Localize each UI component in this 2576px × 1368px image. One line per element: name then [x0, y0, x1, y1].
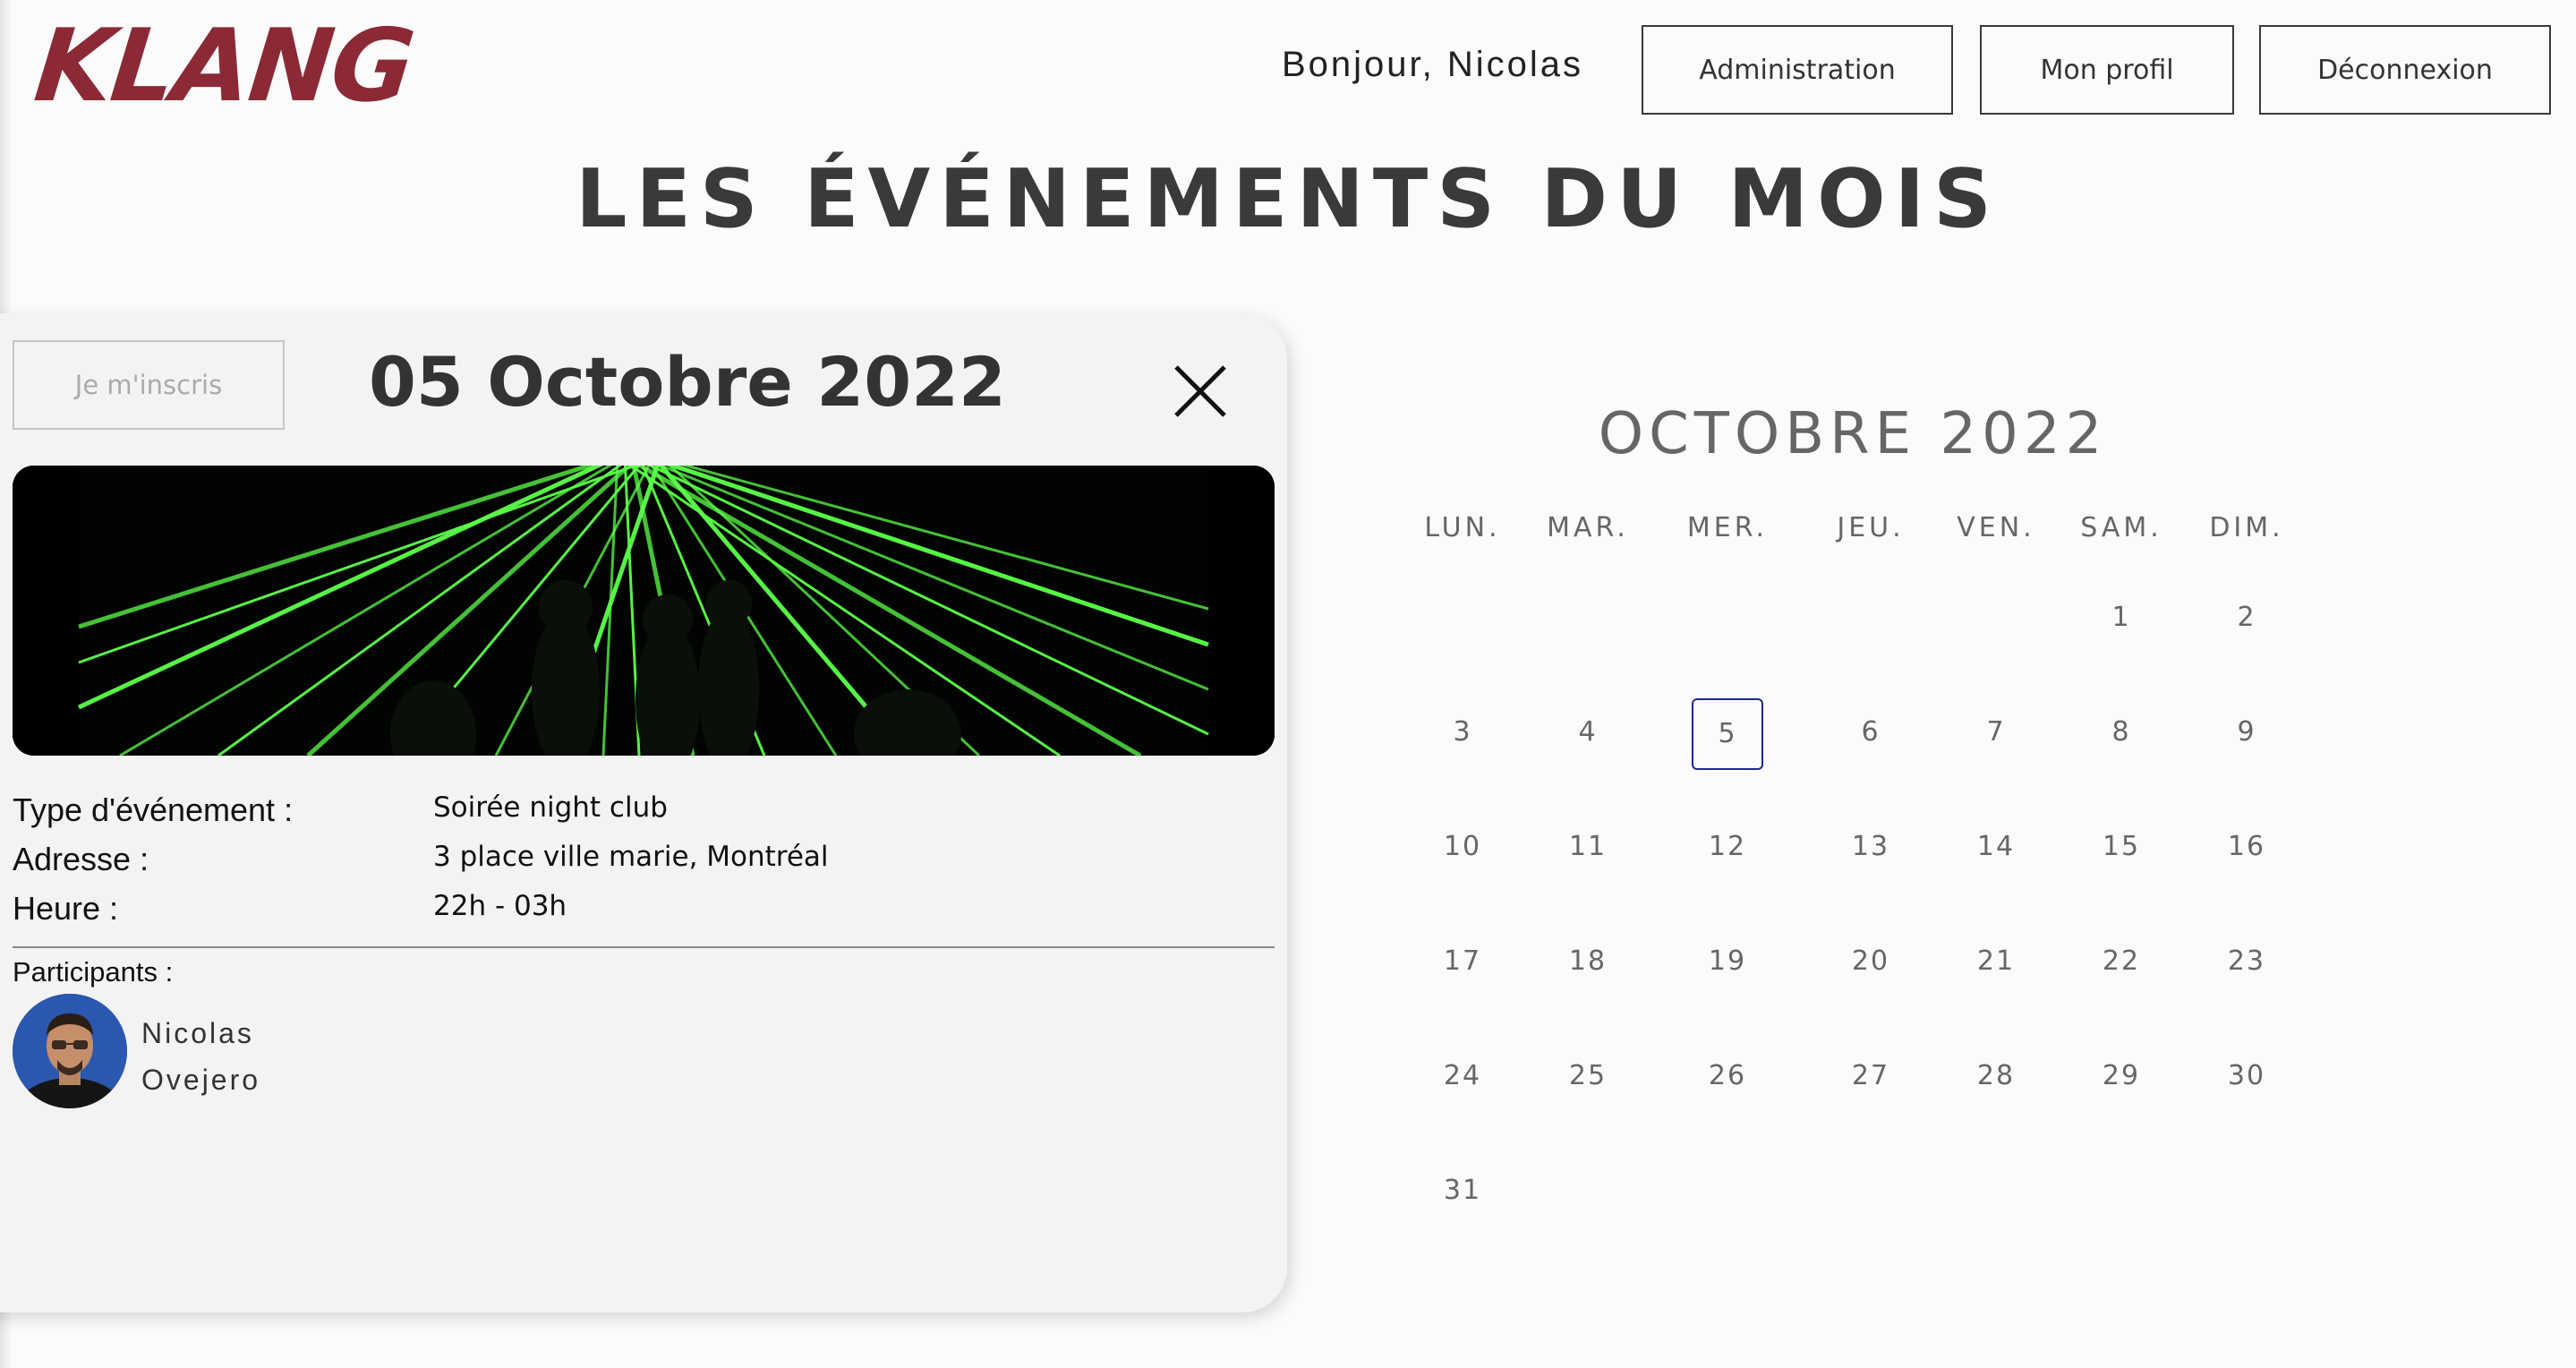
calendar-day[interactable]: 24 — [1409, 1060, 1516, 1091]
divider — [13, 946, 1275, 948]
calendar-day[interactable]: 22 — [2068, 945, 2175, 977]
calendar-day[interactable]: 7 — [1942, 716, 2050, 748]
calendar-day[interactable]: 29 — [2068, 1060, 2175, 1091]
participant-last-name: Ovejero — [141, 1064, 261, 1096]
weekday-header: JEU. — [1837, 512, 1905, 543]
weekday-header: SAM. — [2080, 512, 2162, 543]
calendar-day[interactable]: 1 — [2068, 602, 2175, 633]
calendar-day[interactable]: 10 — [1409, 831, 1516, 862]
calendar-day[interactable]: 26 — [1674, 1060, 1781, 1091]
calendar-day[interactable]: 3 — [1409, 716, 1516, 748]
time-label: Heure : — [13, 890, 119, 927]
weekday-header: LUN. — [1424, 512, 1501, 543]
klang-logo[interactable]: KLANG — [30, 8, 418, 124]
event-image — [13, 466, 1275, 756]
calendar-day[interactable]: 27 — [1817, 1060, 1924, 1091]
profile-button[interactable]: Mon profil — [1980, 25, 2234, 115]
calendar-day[interactable]: 4 — [1534, 716, 1642, 748]
calendar-day[interactable]: 28 — [1942, 1060, 2050, 1091]
calendar-day[interactable]: 17 — [1409, 945, 1516, 977]
event-type-value: Soirée night club — [433, 791, 668, 824]
address-value: 3 place ville marie, Montréal — [433, 841, 829, 873]
address-label: Adresse : — [13, 841, 149, 877]
calendar-day[interactable]: 30 — [2193, 1060, 2300, 1091]
page: KLANG Bonjour, Nicolas Administration Mo… — [0, 0, 2576, 1368]
calendar-day[interactable]: 11 — [1534, 831, 1642, 862]
weekday-header: MAR. — [1547, 512, 1629, 543]
event-type-label: Type d'événement : — [13, 791, 294, 828]
time-value: 22h - 03h — [433, 890, 567, 922]
calendar-day[interactable]: 9 — [2193, 716, 2300, 748]
calendar-day[interactable]: 2 — [2193, 602, 2300, 633]
calendar-day[interactable]: 12 — [1674, 831, 1781, 862]
calendar-day[interactable]: 5 — [1692, 698, 1763, 770]
participant-name[interactable]: Nicolas Ovejero — [141, 1010, 320, 1103]
signup-button[interactable]: Je m'inscris — [13, 340, 285, 430]
avatar[interactable] — [13, 994, 127, 1108]
weekday-header: MER. — [1686, 512, 1769, 543]
participants-label: Participants : — [13, 956, 174, 988]
calendar-day[interactable]: 31 — [1409, 1175, 1516, 1206]
participant-first-name: Nicolas — [141, 1017, 254, 1049]
calendar-day[interactable]: 16 — [2193, 831, 2300, 862]
calendar-day[interactable]: 19 — [1674, 945, 1781, 977]
event-date: 05 Octobre 2022 — [369, 342, 1006, 422]
calendar-day[interactable]: 21 — [1942, 945, 2050, 977]
calendar-day[interactable]: 15 — [2068, 831, 2175, 862]
calendar-day[interactable]: 23 — [2193, 945, 2300, 977]
calendar-month-title: OCTOBRE 2022 — [1598, 401, 2108, 467]
calendar-day[interactable]: 8 — [2068, 716, 2175, 748]
calendar-day[interactable]: 25 — [1534, 1060, 1642, 1091]
close-icon[interactable] — [1167, 358, 1233, 424]
weekday-header: DIM. — [2209, 512, 2284, 543]
calendar-day[interactable]: 13 — [1817, 831, 1924, 862]
logout-button[interactable]: Déconnexion — [2259, 25, 2551, 115]
calendar-day[interactable]: 6 — [1817, 716, 1924, 748]
greeting-text: Bonjour, Nicolas — [1282, 45, 1584, 84]
page-title: LES ÉVÉNEMENTS DU MOIS — [576, 152, 2000, 246]
administration-button[interactable]: Administration — [1642, 25, 1953, 115]
calendar-day[interactable]: 14 — [1942, 831, 2050, 862]
calendar-day[interactable]: 20 — [1817, 945, 1924, 977]
calendar-day[interactable]: 18 — [1534, 945, 1642, 977]
weekday-header: VEN. — [1957, 512, 2035, 543]
